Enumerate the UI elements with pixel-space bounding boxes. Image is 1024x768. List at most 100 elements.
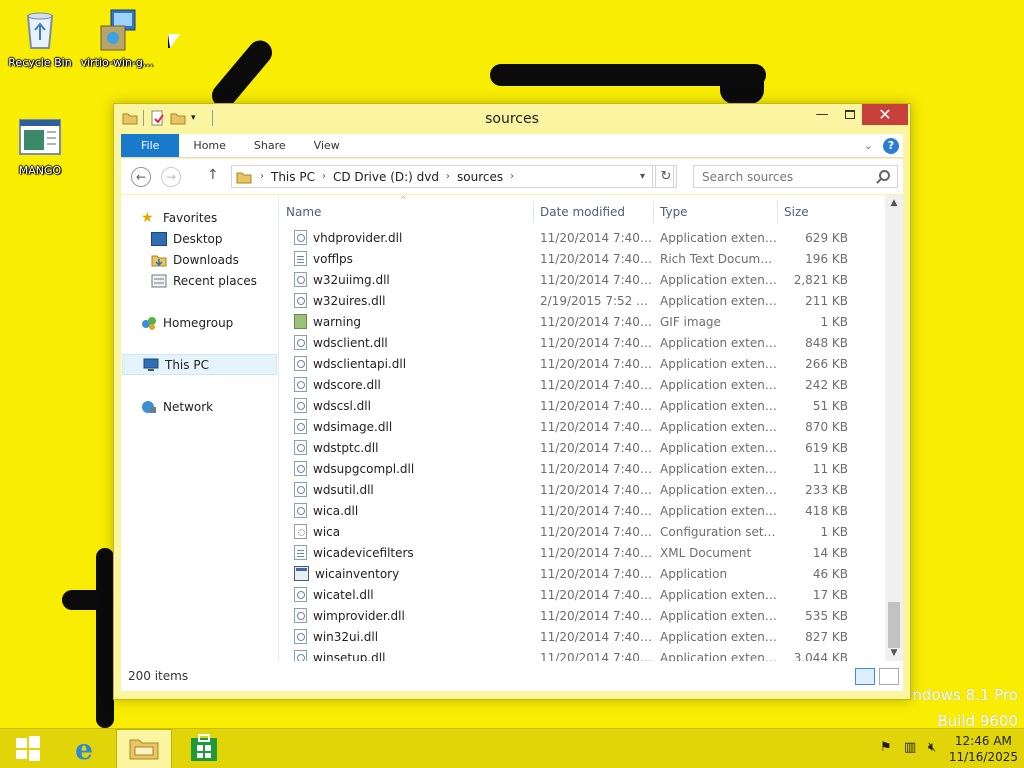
file-size: 266 KB <box>805 356 848 371</box>
refresh-icon: ↻ <box>660 169 672 184</box>
file-row[interactable]: vofflps 11/20/2014 7:40 PM Rich Text Docum… <box>280 248 885 269</box>
file-size: 196 KB <box>805 251 848 266</box>
clock[interactable]: 12:46 AM 11/16/2025 <box>949 733 1018 765</box>
file-name: wdstptc.dll <box>313 440 379 455</box>
file-name: wimprovider.dll <box>313 608 405 623</box>
tab-file[interactable]: File <box>121 134 180 157</box>
file-row[interactable]: wicainventory 11/20/2014 7:40 PM Applicati… <box>280 563 885 584</box>
refresh-button[interactable]: ↻ <box>655 165 677 188</box>
nav-desktop[interactable]: Desktop <box>121 228 278 249</box>
file-row[interactable]: win32ui.dll 11/20/2014 7:40 PM Application… <box>280 626 885 647</box>
taskbar: e ⚑ ▥ 🔇︎ 12:46 AM 11/16/2025 <box>0 728 1024 768</box>
nav-recent-places[interactable]: Recent places <box>121 270 278 291</box>
file-row[interactable]: wicadevicefilters 11/20/2014 7:40 PM XML D… <box>280 542 885 563</box>
file-row[interactable]: wdscsl.dll 11/20/2014 7:40 PM Application … <box>280 395 885 416</box>
breadcrumb-separator-icon[interactable]: › <box>318 171 330 182</box>
file-row[interactable]: wdsimage.dll 11/20/2014 7:40 PM Applicatio… <box>280 416 885 437</box>
taskbar-internet-explorer[interactable]: e <box>56 729 112 768</box>
taskbar-file-explorer[interactable] <box>116 729 172 768</box>
nav-homegroup[interactable]: Homegroup <box>121 312 278 333</box>
file-row[interactable]: wdsclientapi.dll 11/20/2014 7:40 PM Applic… <box>280 353 885 374</box>
file-row[interactable]: wica 11/20/2014 7:40 PM Configuration sett… <box>280 521 885 542</box>
file-name-cell: vhdprovider.dll <box>280 230 534 245</box>
action-center-flag-icon[interactable]: ⚑ <box>880 741 894 755</box>
search-placeholder: Search sources <box>702 169 794 184</box>
file-date: 11/20/2014 7:40 PM <box>540 461 654 476</box>
tab-home[interactable]: Home <box>179 134 239 157</box>
window-title: sources <box>485 111 539 127</box>
taskbar-store[interactable] <box>176 729 232 768</box>
breadcrumb-this-pc[interactable]: This PC <box>268 170 318 184</box>
file-row[interactable]: winsetup.dll 11/20/2014 7:40 PM Applicatio… <box>280 647 885 661</box>
search-input[interactable]: Search sources <box>693 165 898 188</box>
vertical-scrollbar[interactable]: ▲ ▼ <box>885 195 903 661</box>
nav-downloads[interactable]: Downloads <box>121 249 278 270</box>
file-row[interactable]: wica.dll 11/20/2014 7:40 PM Application ex… <box>280 500 885 521</box>
file-name-cell: vofflps <box>280 251 534 266</box>
breadcrumb-sources[interactable]: sources <box>454 170 506 184</box>
recent-places-icon <box>151 274 167 288</box>
file-type: Configuration sett... <box>660 524 778 539</box>
up-button[interactable]: ↑ <box>207 167 219 183</box>
breadcrumb-separator-icon[interactable]: › <box>256 171 268 182</box>
desktop-icon-recycle-bin[interactable]: Recycle Bin <box>0 8 80 69</box>
txt-file-icon <box>294 251 307 266</box>
file-date: 11/20/2014 7:40 PM <box>540 314 654 329</box>
application-window-icon <box>18 116 62 160</box>
start-button[interactable] <box>0 729 56 768</box>
file-name-cell: wdscsl.dll <box>280 398 534 413</box>
title-bar[interactable]: ▾ sources — ✕ <box>114 104 910 133</box>
close-button[interactable]: ✕ <box>862 104 908 125</box>
nav-network[interactable]: Network <box>121 396 278 417</box>
column-header-date[interactable]: Date modified <box>534 201 654 223</box>
large-icons-view-button[interactable] <box>879 668 899 685</box>
file-explorer-window[interactable]: ▾ sources — ✕ File Home Share View ⌄ ? ←… <box>113 103 911 700</box>
file-row[interactable]: w32uiimg.dll 11/20/2014 7:40 PM Applicatio… <box>280 269 885 290</box>
expand-ribbon-chevron-icon[interactable]: ⌄ <box>864 139 873 152</box>
file-date: 11/20/2014 7:40 PM <box>540 482 654 497</box>
tab-share[interactable]: Share <box>240 134 300 157</box>
file-row[interactable]: wicatel.dll 11/20/2014 7:40 PM Application… <box>280 584 885 605</box>
file-date: 11/20/2014 7:40 PM <box>540 377 654 392</box>
file-row[interactable]: warning 11/20/2014 7:40 PM GIF image 1 KB <box>280 311 885 332</box>
desktop-icon-label: Recycle Bin <box>8 56 72 69</box>
scroll-down-button[interactable]: ▼ <box>885 645 903 661</box>
scroll-thumb[interactable] <box>888 602 900 648</box>
column-header-size[interactable]: Size <box>778 201 856 223</box>
file-size: 211 KB <box>805 293 848 308</box>
column-header-type[interactable]: Type <box>654 201 778 223</box>
back-button[interactable]: ← <box>131 167 151 187</box>
dll-file-icon <box>294 650 307 661</box>
file-row[interactable]: wdsupgcompl.dll 11/20/2014 7:40 PM Applica… <box>280 458 885 479</box>
forward-button[interactable]: → <box>161 167 181 187</box>
desktop-icon-mango[interactable]: MANGO <box>0 116 80 177</box>
desktop-icon-virtio-win[interactable]: virtio-win-g... <box>77 8 157 69</box>
address-history-dropdown[interactable]: ▾ <box>633 165 653 188</box>
breadcrumb-separator-icon[interactable]: › <box>506 171 518 182</box>
file-row[interactable]: wdsutil.dll 11/20/2014 7:40 PM Application… <box>280 479 885 500</box>
help-icon[interactable]: ? <box>883 137 899 154</box>
details-view-button[interactable] <box>855 668 875 685</box>
network-status-icon[interactable]: ▥ <box>904 741 918 755</box>
maximize-button[interactable] <box>836 104 864 125</box>
breadcrumb-separator-icon[interactable]: › <box>442 171 454 182</box>
nav-favorites[interactable]: ★ Favorites <box>121 207 278 228</box>
wallpaper-stroke <box>720 64 764 104</box>
volume-muted-icon[interactable]: 🔇︎ <box>928 741 942 755</box>
file-row[interactable]: wdsclient.dll 11/20/2014 7:40 PM Applicati… <box>280 332 885 353</box>
breadcrumb-cd-drive[interactable]: CD Drive (D:) dvd <box>330 170 442 184</box>
tab-view[interactable]: View <box>300 134 354 157</box>
file-name-cell: wdscore.dll <box>280 377 534 392</box>
nav-label: Favorites <box>163 210 218 225</box>
file-row[interactable]: wdstptc.dll 11/20/2014 7:40 PM Application… <box>280 437 885 458</box>
file-date: 11/20/2014 7:40 PM <box>540 587 654 602</box>
file-row[interactable]: wdscore.dll 11/20/2014 7:40 PM Application… <box>280 374 885 395</box>
minimize-button[interactable]: — <box>808 104 836 125</box>
nav-this-pc[interactable]: This PC <box>122 354 277 375</box>
address-bar[interactable]: › This PC › CD Drive (D:) dvd › sources … <box>231 165 674 188</box>
file-row[interactable]: w32uires.dll 2/19/2015 7:52 AM Application… <box>280 290 885 311</box>
file-row[interactable]: vhdprovider.dll 11/20/2014 7:40 PM Applica… <box>280 227 885 248</box>
file-row[interactable]: wimprovider.dll 11/20/2014 7:40 PM Applica… <box>280 605 885 626</box>
scroll-up-button[interactable]: ▲ <box>885 195 903 211</box>
column-header-name[interactable]: ^ Name <box>280 195 534 223</box>
